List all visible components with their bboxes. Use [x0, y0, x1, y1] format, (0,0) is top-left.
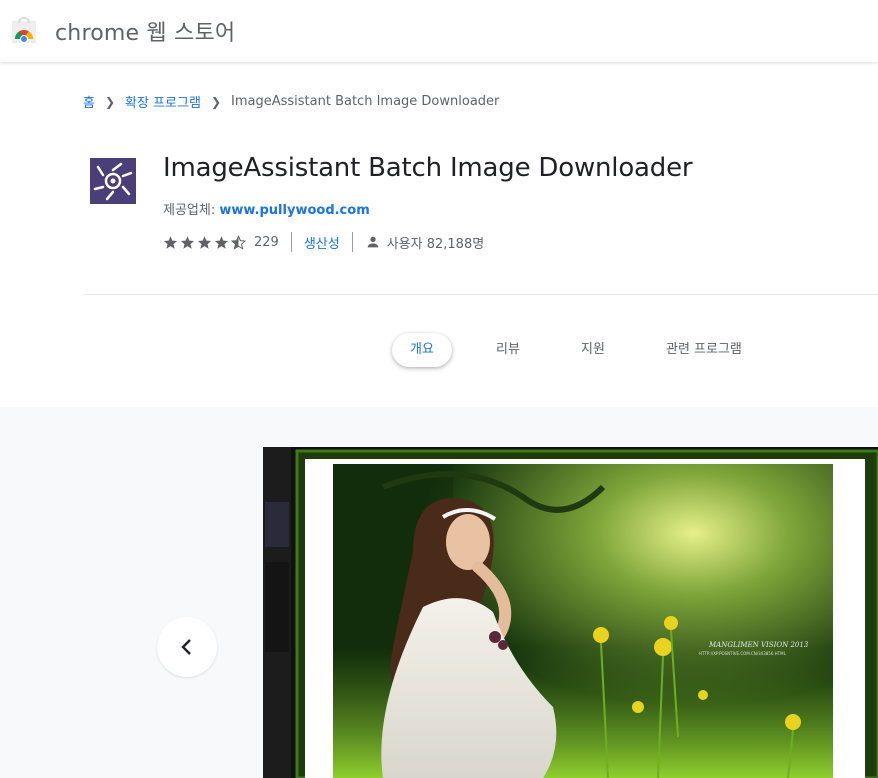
star-full-icon: [197, 235, 212, 249]
star-half-icon: [231, 234, 246, 250]
screenshot-photo: MANGLIMEN VISION 2013 HTTP://XP.POSNTIVE…: [263, 447, 878, 778]
tab-reviews[interactable]: 리뷰: [496, 333, 520, 367]
tab-overview[interactable]: 개요: [392, 333, 452, 367]
chrome-web-store-logo[interactable]: [10, 17, 38, 45]
chevron-left-icon: [181, 639, 191, 655]
rating-stars[interactable]: [163, 234, 248, 250]
star-full-icon: [214, 235, 229, 249]
divider: [351, 232, 353, 252]
provider-link[interactable]: www.pullywood.com: [219, 203, 369, 218]
provider-line: 제공업체: www.pullywood.com: [163, 199, 370, 218]
user-icon: [367, 236, 379, 248]
screenshot-gallery: MANGLIMEN VISION 2013 HTTP://XP.POSNTIVE…: [0, 407, 878, 778]
star-full-icon: [163, 235, 178, 249]
category-link[interactable]: 생산성: [304, 233, 340, 252]
breadcrumb-extensions[interactable]: 확장 프로그램: [125, 92, 201, 111]
breadcrumb: 홈 ❯ 확장 프로그램 ❯ ImageAssistant Batch Image…: [83, 92, 499, 111]
screenshot-image[interactable]: MANGLIMEN VISION 2013 HTTP://XP.POSNTIVE…: [263, 447, 878, 778]
previous-screenshot-button[interactable]: [157, 617, 217, 677]
watermark-title: MANGLIMEN VISION 2013: [708, 641, 809, 649]
chevron-right-icon: ❯: [210, 94, 221, 109]
extension-title: ImageAssistant Batch Image Downloader: [163, 153, 693, 183]
extension-meta: 229 생산성 사용자 82,188명: [163, 232, 484, 252]
top-bar: chrome 웹 스토어: [0, 0, 878, 62]
extension-logo-icon: [90, 158, 136, 204]
divider: [290, 232, 292, 252]
rating-count[interactable]: 229: [254, 235, 279, 250]
breadcrumb-current: ImageAssistant Batch Image Downloader: [231, 94, 500, 109]
chevron-right-icon: ❯: [104, 94, 116, 109]
breadcrumb-home[interactable]: 홈: [83, 92, 95, 111]
user-count: 사용자 82,188명: [386, 236, 485, 252]
tab-support[interactable]: 지원: [581, 333, 605, 367]
provider-label: 제공업체:: [163, 203, 220, 218]
star-full-icon: [180, 235, 195, 249]
watermark-url: HTTP://XP.POSNTIVE.COM.CN/343856.HTML: [699, 651, 787, 656]
tab-related[interactable]: 관련 프로그램: [666, 333, 742, 367]
section-divider: [83, 294, 878, 295]
store-title[interactable]: chrome 웹 스토어: [55, 15, 235, 47]
